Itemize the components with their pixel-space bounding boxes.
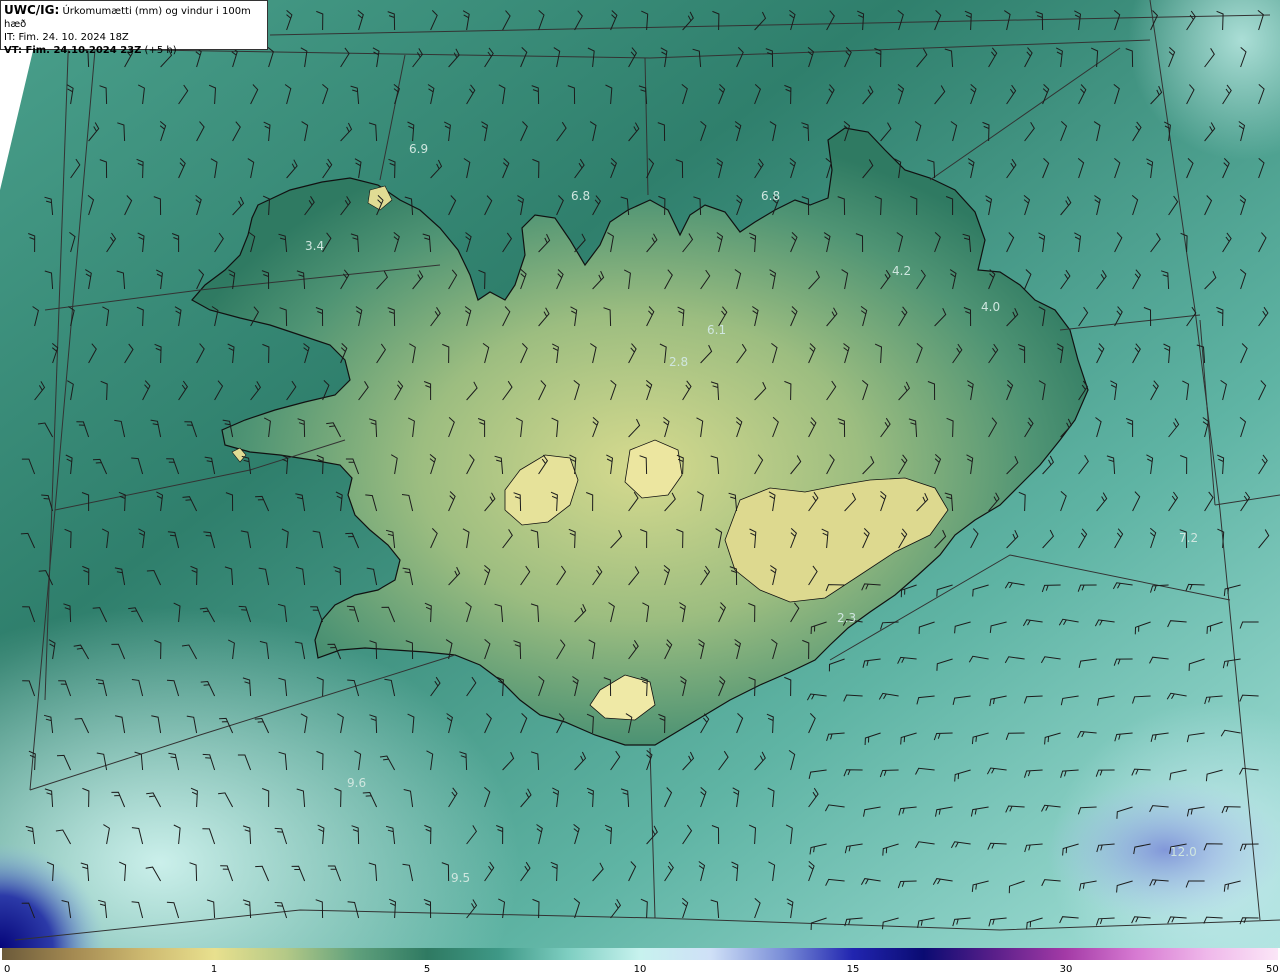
title-line: UWC/IG: Úrkomumætti (mm) og vindur i 100… (4, 4, 264, 31)
value-label: 4.2 (892, 264, 911, 278)
lead-time: (+5 h) (141, 45, 177, 56)
title-box: UWC/IG: Úrkomumætti (mm) og vindur i 100… (0, 0, 268, 56)
colorbar-tick: 10 (633, 964, 647, 975)
blue-se-field (1045, 780, 1280, 920)
map-panel[interactable]: 6.9 6.8 6.8 3.4 4.2 4.0 6.1 2.8 7.2 2.3 9.6 9.5 12.0… (0, 0, 1280, 948)
value-label: 3.4 (305, 239, 324, 253)
value-label: 2.8 (669, 355, 688, 369)
product-name: UWC/IG: (4, 3, 60, 17)
colorbar-tick: 50 (1266, 964, 1279, 975)
value-label: 6.8 (761, 189, 780, 203)
value-label: 2.3 (837, 611, 856, 625)
colorbar-tick: 5 (423, 964, 431, 975)
value-label: 12.0 (1170, 845, 1197, 859)
value-label: 7.2 (1179, 531, 1198, 545)
initial-time: IT: Fim. 24. 10. 2024 18Z (4, 32, 129, 43)
value-label: 9.5 (451, 871, 470, 885)
forecast-map[interactable]: 6.9 6.8 6.8 3.4 4.2 4.0 6.1 2.8 7.2 2.3 9.6 9.5 12.0 (0, 0, 1280, 948)
valid-time-line: VT: Fim. 24.10.2024 23Z (+5 h) (4, 44, 264, 57)
colorbar-tick: 15 (846, 964, 860, 975)
colorbar-tick: 30 (1059, 964, 1073, 975)
valid-time: VT: Fim. 24.10.2024 23Z (4, 45, 142, 56)
value-label: 6.8 (571, 189, 590, 203)
colorbar-tick: 1 (210, 964, 218, 975)
colorbar: 0 1 5 10 15 30 50 (0, 948, 1280, 978)
colorbar-tick: 0 (4, 964, 11, 975)
colorbar-strip (2, 948, 1278, 960)
value-label: 6.1 (707, 323, 726, 337)
value-label: 4.0 (981, 300, 1000, 314)
value-label: 9.6 (347, 776, 366, 790)
value-label: 6.9 (409, 142, 428, 156)
